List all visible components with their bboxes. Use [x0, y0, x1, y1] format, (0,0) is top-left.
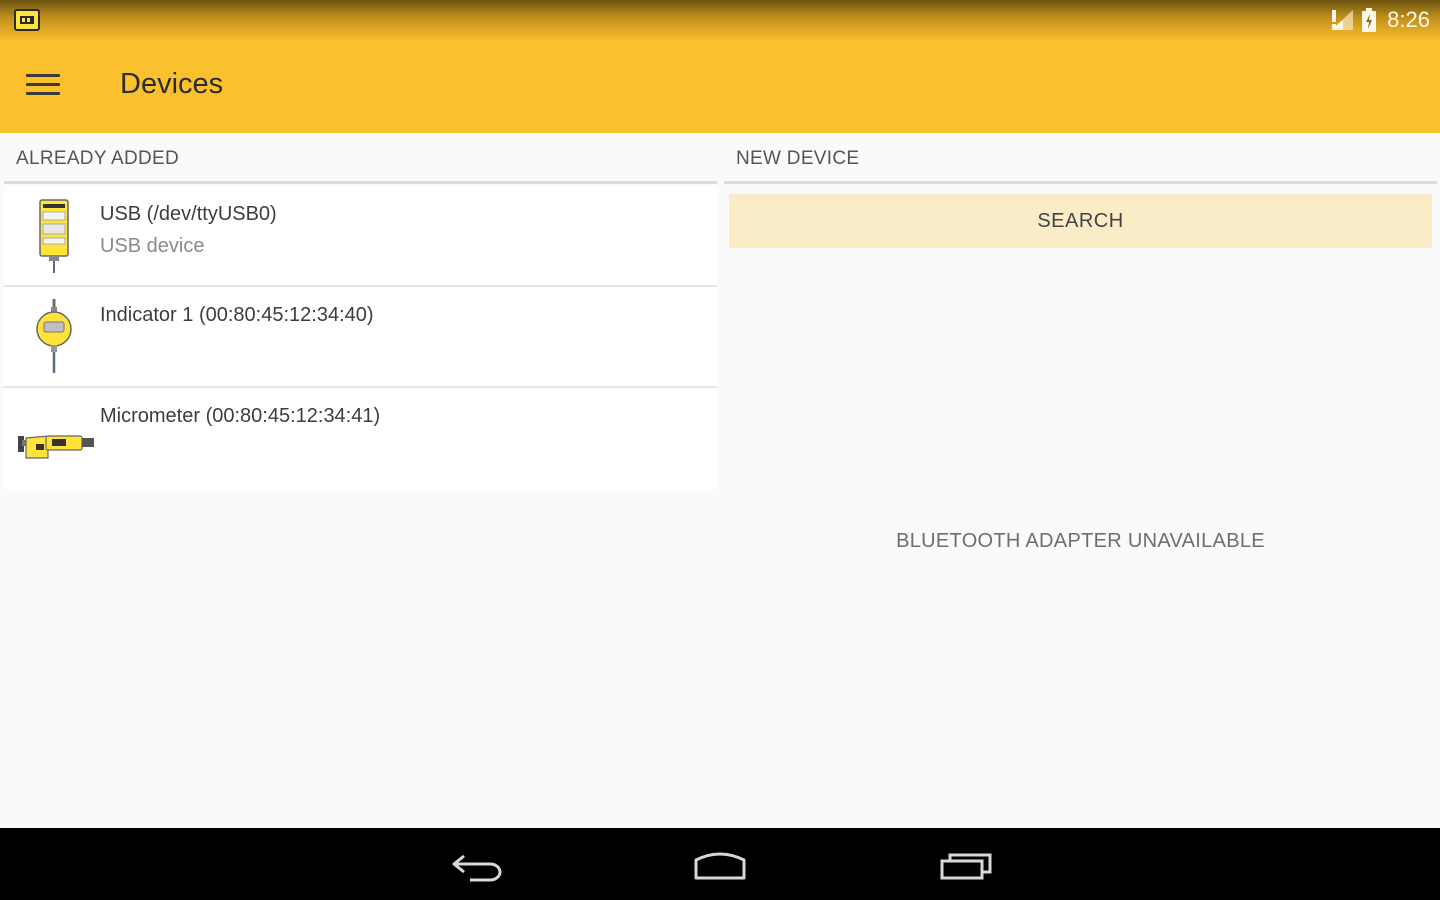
app-bar: Devices — [0, 40, 1440, 133]
signal-icon — [1331, 10, 1354, 30]
hamburger-menu-icon[interactable] — [26, 74, 60, 100]
device-subtitle: USB device — [100, 235, 205, 257]
new-device-header: NEW DEVICE — [736, 148, 860, 169]
already-added-header: ALREADY ADDED — [16, 148, 179, 169]
recents-icon[interactable] — [934, 846, 998, 886]
search-button[interactable]: SEARCH — [729, 194, 1432, 248]
device-name: Micrometer (00:80:45:12:34:41) — [100, 405, 381, 427]
device-row-indicator[interactable]: Indicator 1 (00:80:45:12:34:40) — [4, 287, 717, 388]
dial-indicator-icon — [36, 299, 72, 373]
device-row-micrometer[interactable]: Micrometer (00:80:45:12:34:41) — [4, 388, 717, 489]
already-added-divider — [4, 181, 717, 184]
device-name: USB (/dev/ttyUSB0) — [100, 203, 277, 225]
device-name: Indicator 1 (00:80:45:12:34:40) — [100, 304, 374, 326]
app-icon — [14, 9, 40, 31]
new-device-divider — [724, 181, 1437, 184]
home-icon[interactable] — [688, 846, 752, 886]
micrometer-icon — [18, 435, 94, 459]
battery-icon — [1362, 8, 1377, 32]
status-bar: 8:26 — [0, 0, 1440, 40]
back-icon[interactable] — [446, 846, 510, 886]
navigation-bar — [0, 828, 1440, 900]
device-list: USB (/dev/ttyUSB0) USB device Indicator … — [4, 186, 717, 489]
device-row-usb[interactable]: USB (/dev/ttyUSB0) USB device — [4, 186, 717, 287]
page-title: Devices — [120, 68, 224, 100]
bluetooth-status-text: BLUETOOTH ADAPTER UNAVAILABLE — [896, 530, 1265, 552]
usb-device-icon — [39, 199, 69, 273]
status-time: 8:26 — [1387, 7, 1430, 32]
status-icons: 8:26 — [1329, 6, 1430, 34]
